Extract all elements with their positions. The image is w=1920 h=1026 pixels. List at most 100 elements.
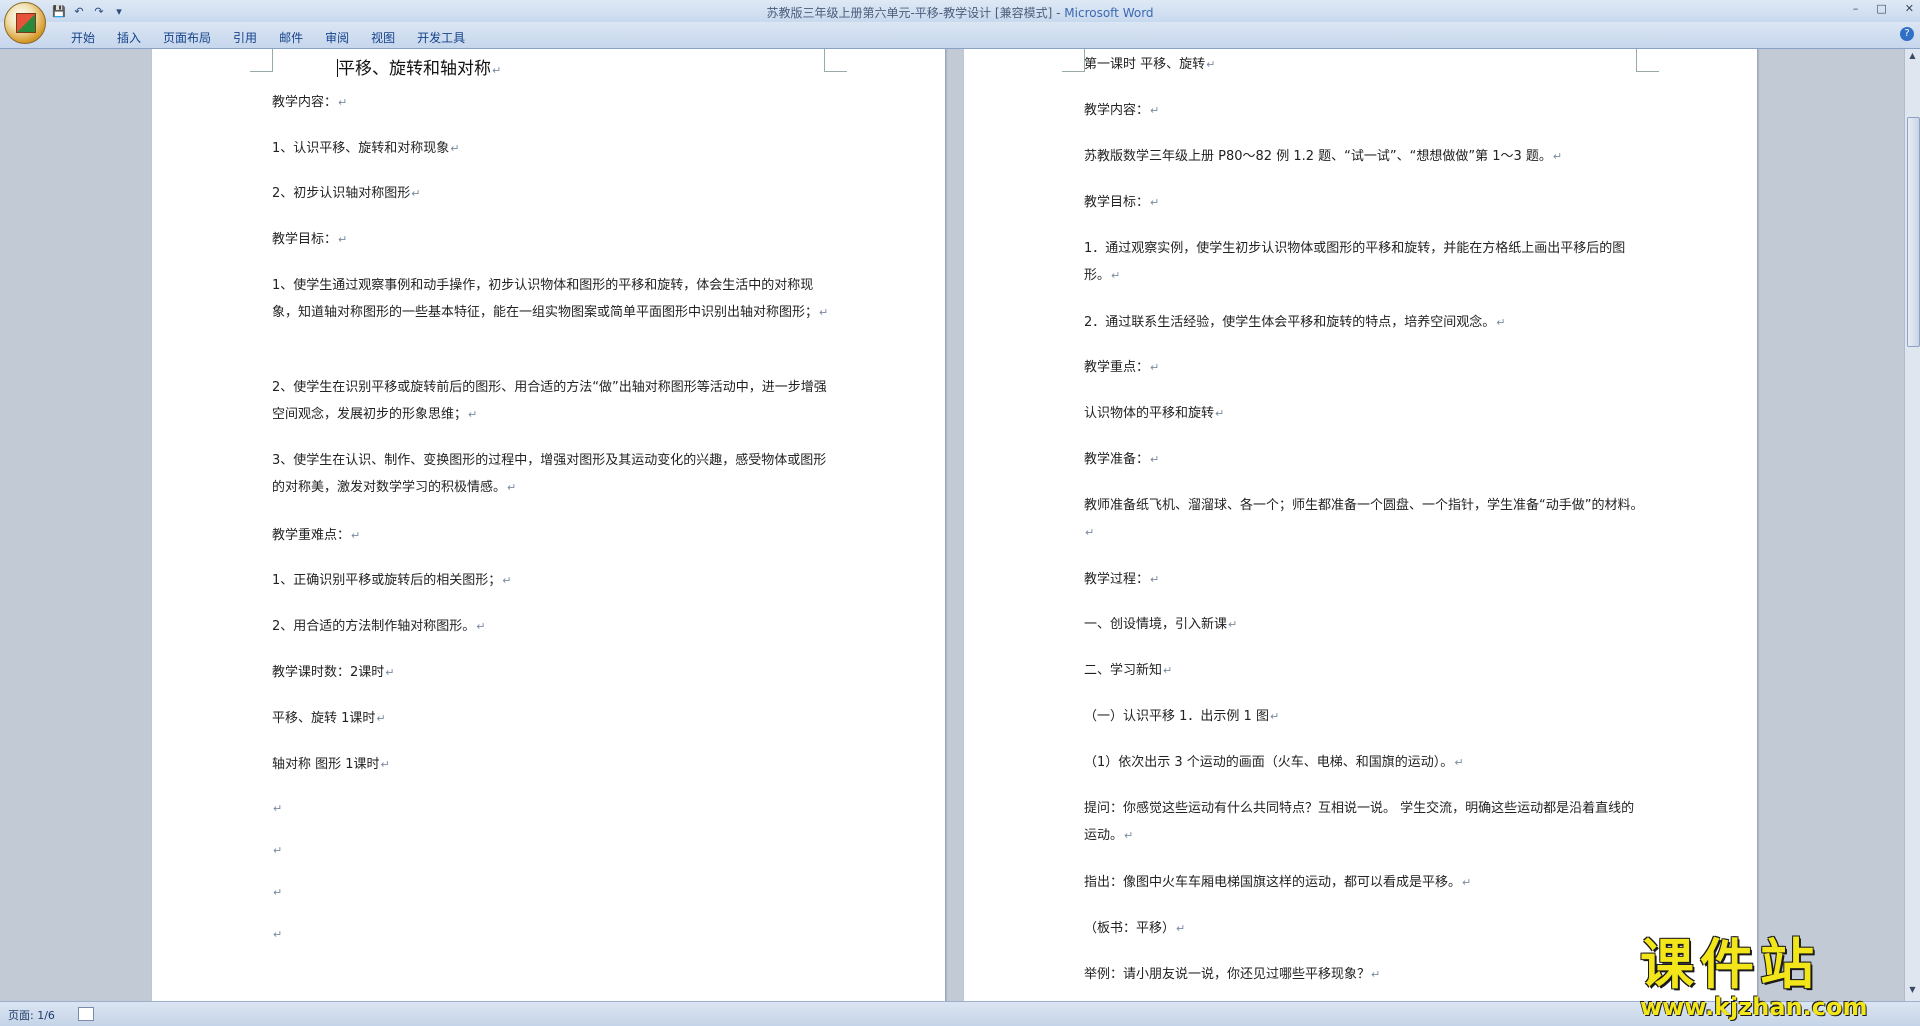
document-page-1[interactable]: 平移、旋转和轴对称↵ 教学内容：↵ 1、认识平移、旋转和对称现象↵ 2、初步认识轴对称… xyxy=(152,49,945,1001)
paragraph-mark-icon: ↵ xyxy=(1462,876,1472,889)
paragraph-mark-icon: ↵ xyxy=(476,620,486,633)
tab-mailings[interactable]: 邮件 xyxy=(268,29,314,46)
paragraph-mark-icon: ↵ xyxy=(385,666,395,679)
scroll-up-icon[interactable]: ▲ xyxy=(1907,51,1918,63)
page-count[interactable]: 页面: 1/6 xyxy=(8,1007,55,1023)
paragraph: 苏教版数学三年级上册 P80～82 例 1.2 题、“试一试”、“想想做做”第 … xyxy=(1084,143,1644,170)
paragraph: 教学重难点：↵ xyxy=(272,522,832,549)
paragraph: 平移、旋转 1课时↵ xyxy=(272,705,832,732)
paragraph: （板书：平移）↵ xyxy=(1084,915,1644,942)
paragraph-mark-icon: ↵ xyxy=(1552,150,1563,163)
paragraph-text: 教学重点： xyxy=(1084,360,1150,375)
paragraph-text: 提问：你感觉这些运动有什么共同特点？互相说一说。 学生交流，明确这些运动都是沿着… xyxy=(1084,801,1635,843)
window-controls: – □ ✕ xyxy=(1853,2,1914,15)
paragraph: 教学内容：↵ xyxy=(1084,97,1644,124)
paragraph: ↵ xyxy=(272,837,832,864)
paragraph-text: 认识物体的平移和旋转 xyxy=(1084,406,1215,421)
paragraph-mark-icon: ↵ xyxy=(1228,618,1238,631)
paragraph-text: 教学重难点： xyxy=(272,528,351,543)
paragraph: ↵ xyxy=(272,921,832,948)
paragraph: （一）认识平移 1．出示例 1 图↵ xyxy=(1084,703,1644,730)
paragraph-mark-icon: ↵ xyxy=(1124,829,1134,842)
tab-review[interactable]: 审阅 xyxy=(314,29,360,46)
paragraph-text: 苏教版数学三年级上册 P80～82 例 1.2 题、“试一试”、“想想做做”第 … xyxy=(1084,149,1552,164)
paragraph-text: 二、学习新知 xyxy=(1084,663,1163,678)
paragraph-mark-icon: ↵ xyxy=(376,712,386,725)
paragraph-mark-icon: ↵ xyxy=(1150,196,1160,209)
paragraph: 3、使学生在认识、制作、变换图形的过程中，增强对图形及其运动变化的兴趣，感受物体… xyxy=(272,447,832,501)
margin-corner-marker xyxy=(250,49,273,72)
ribbon-tabs: 开始 插入 页面布局 引用 邮件 审阅 视图 开发工具 xyxy=(60,29,476,46)
paragraph: 1．通过观察实例，使学生初步认识物体或图形的平移和旋转，并能在方格纸上画出平移后… xyxy=(1084,235,1644,289)
tab-page-layout[interactable]: 页面布局 xyxy=(152,29,222,46)
paragraph: 提问：你感觉这些运动有什么共同特点？互相说一说。 学生交流，明确这些运动都是沿着… xyxy=(1084,795,1644,849)
paragraph-mark-icon: ↵ xyxy=(351,529,361,542)
paragraph: 指出：像图中火车车厢电梯国旗这样的运动，都可以看成是平移。↵ xyxy=(1084,869,1644,896)
document-workspace: 平移、旋转和轴对称↵ 教学内容：↵ 1、认识平移、旋转和对称现象↵ 2、初步认识轴对称… xyxy=(0,49,1904,1001)
maximize-button[interactable]: □ xyxy=(1876,2,1886,15)
title-separator: - xyxy=(1056,6,1061,20)
paragraph-text: 1、正确识别平移或旋转后的相关图形； xyxy=(272,573,502,588)
paragraph-text: （一）认识平移 1．出示例 1 图 xyxy=(1084,709,1269,724)
paragraph-mark-icon: ↵ xyxy=(1215,407,1225,420)
tab-home[interactable]: 开始 xyxy=(60,29,106,46)
paragraph-mark-icon: ↵ xyxy=(1371,968,1381,981)
paragraph-mark-icon: ↵ xyxy=(1163,664,1173,677)
help-icon[interactable]: ? xyxy=(1900,27,1914,41)
close-button[interactable]: ✕ xyxy=(1905,2,1914,15)
paragraph-mark-icon: ↵ xyxy=(338,96,348,109)
tab-references[interactable]: 引用 xyxy=(222,29,268,46)
paragraph-mark-icon: ↵ xyxy=(1269,710,1280,723)
paragraph-text: 教学过程： xyxy=(1084,572,1150,587)
paragraph-text: 1、认识平移、旋转和对称现象 xyxy=(272,141,450,156)
paragraph: 教学目标：↵ xyxy=(1084,189,1644,216)
paragraph-text: （板书：平移） xyxy=(1084,921,1176,936)
paragraph-mark-icon: ↵ xyxy=(1150,453,1160,466)
paragraph: 2．通过联系生活经验，使学生体会平移和旋转的特点，培养空间观念。↵ xyxy=(1084,309,1644,336)
minimize-button[interactable]: – xyxy=(1853,2,1859,15)
paragraph: 教学重点：↵ xyxy=(1084,354,1644,381)
paragraph-mark-icon: ↵ xyxy=(1085,526,1095,539)
paragraph-mark-icon: ↵ xyxy=(1176,922,1186,935)
paragraph-mark-icon: ↵ xyxy=(1454,756,1464,769)
paragraph-mark-icon: ↵ xyxy=(273,802,283,815)
document-page-2[interactable]: 第一课时 平移、旋转↵ 教学内容：↵ 苏教版数学三年级上册 P80～82 例 1.2… xyxy=(964,49,1757,1001)
scrollbar-thumb[interactable] xyxy=(1907,117,1920,347)
paragraph-text: 平移、旋转 1课时 xyxy=(272,711,376,726)
paragraph-text: 2、初步认识轴对称图形 xyxy=(272,186,411,201)
paragraph: 第一课时 平移、旋转↵ xyxy=(1084,51,1644,78)
paragraph-mark-icon: ↵ xyxy=(273,844,283,857)
paragraph: 教学准备：↵ xyxy=(1084,446,1644,473)
paragraph: 2、使学生在识别平移或旋转前后的图形、用合适的方法“做”出轴对称图形等活动中，进… xyxy=(272,374,832,428)
paragraph: 1、正确识别平移或旋转后的相关图形；↵ xyxy=(272,567,832,594)
margin-corner-marker xyxy=(1062,49,1085,72)
office-logo-icon xyxy=(16,13,36,33)
document-heading: 平移、旋转和轴对称↵ xyxy=(337,56,897,84)
paragraph-text: 举例：请小朋友说一说，你还见过哪些平移现象？ xyxy=(1084,967,1371,982)
paragraph-mark-icon: ↵ xyxy=(1150,104,1160,117)
office-button[interactable] xyxy=(4,2,46,44)
tab-view[interactable]: 视图 xyxy=(360,29,406,46)
paragraph-mark-icon: ↵ xyxy=(1496,316,1506,329)
window-title: 苏教版三年级上册第六单元-平移-教学设计 [兼容模式] - Microsoft … xyxy=(0,4,1920,21)
tab-developer[interactable]: 开发工具 xyxy=(406,29,476,46)
paragraph-text: 1、使学生通过观察事例和动手操作，初步认识物体和图形的平移和旋转，体会生活中的对… xyxy=(272,278,819,320)
paragraph-text: 平移、旋转和轴对称 xyxy=(338,59,491,79)
paragraph: 教学目标：↵ xyxy=(272,226,832,253)
proofing-icon[interactable] xyxy=(78,1007,94,1021)
tab-insert[interactable]: 插入 xyxy=(106,29,152,46)
paragraph-mark-icon: ↵ xyxy=(1206,58,1216,71)
paragraph-mark-icon: ↵ xyxy=(819,306,829,319)
paragraph-text: 教学内容： xyxy=(1084,103,1150,118)
vertical-scrollbar[interactable]: ▲ ▼ xyxy=(1904,49,1920,1001)
paragraph: 二、学习新知↵ xyxy=(1084,657,1644,684)
paragraph-text: 2、使学生在识别平移或旋转前后的图形、用合适的方法“做”出轴对称图形等活动中，进… xyxy=(272,380,827,422)
paragraph-mark-icon: ↵ xyxy=(502,574,512,587)
paragraph: 举例：请小朋友说一说，你还见过哪些平移现象？↵ xyxy=(1084,961,1644,988)
paragraph-mark-icon: ↵ xyxy=(273,886,283,899)
paragraph-mark-icon: ↵ xyxy=(450,142,460,155)
paragraph: ↵ xyxy=(272,879,832,906)
paragraph: 1、认识平移、旋转和对称现象↵ xyxy=(272,135,832,162)
paragraph: 教学课时数：2课时↵ xyxy=(272,659,832,686)
watermark-logo-text: 课件站 xyxy=(1640,933,1820,996)
